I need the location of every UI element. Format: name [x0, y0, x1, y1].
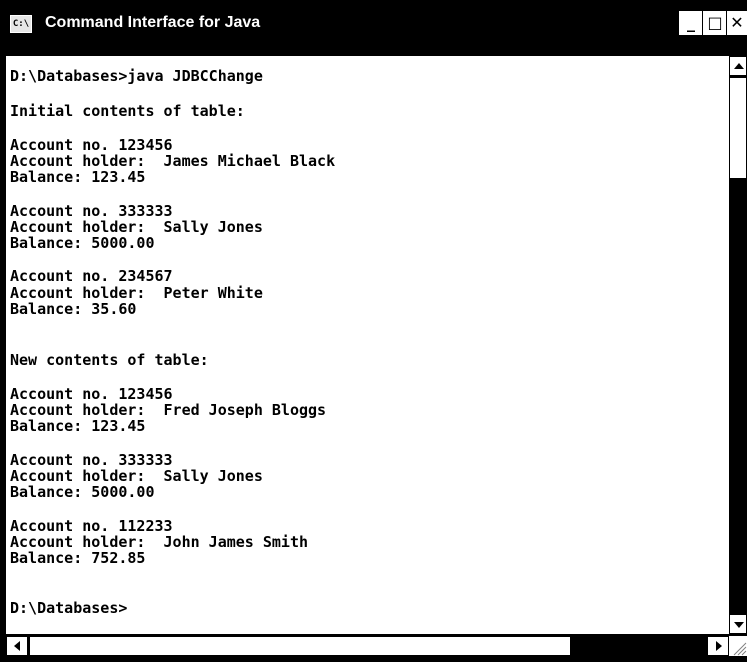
console-line: Account no. 234567 [10, 267, 173, 285]
console-line: Balance: 35.60 [10, 300, 137, 318]
vertical-scroll-thumb[interactable] [730, 78, 746, 178]
console-output[interactable]: D:\Databases>java JDBCChange Initial con… [6, 56, 729, 634]
arrow-down-icon [734, 622, 744, 628]
title-bar[interactable]: C:\ Command Interface for Java _ □ ✕ [0, 0, 747, 52]
console-line: Balance: 5000.00 [10, 234, 155, 252]
minimize-button[interactable]: _ [678, 10, 704, 36]
console-line-prompt: D:\Databases>java JDBCChange [10, 67, 263, 85]
scroll-left-button[interactable] [6, 636, 28, 656]
console-line: Balance: 5000.00 [10, 483, 155, 501]
console-window: C:\ Command Interface for Java _ □ ✕ D:\… [0, 0, 747, 662]
close-button[interactable]: ✕ [726, 10, 747, 36]
horizontal-scroll-thumb[interactable] [30, 637, 570, 655]
vertical-scrollbar[interactable] [729, 56, 747, 634]
horizontal-scrollbar[interactable] [6, 636, 729, 656]
window-title: Command Interface for Java [45, 14, 261, 31]
scroll-up-button[interactable] [729, 56, 747, 76]
console-line-prompt: D:\Databases> [10, 599, 128, 617]
maximize-button[interactable]: □ [702, 10, 728, 36]
arrow-up-icon [734, 63, 744, 69]
scroll-right-button[interactable] [707, 636, 729, 656]
console-line: Balance: 752.85 [10, 549, 146, 567]
arrow-right-icon [716, 641, 722, 651]
console-line: New contents of table: [10, 351, 209, 369]
resize-grip-icon[interactable] [729, 636, 747, 656]
console-icon[interactable]: C:\ [10, 15, 32, 33]
scroll-down-button[interactable] [729, 614, 747, 634]
console-line: Balance: 123.45 [10, 168, 146, 186]
console-line: Initial contents of table: [10, 102, 245, 120]
arrow-left-icon [14, 641, 20, 651]
console-line: Balance: 123.45 [10, 417, 146, 435]
